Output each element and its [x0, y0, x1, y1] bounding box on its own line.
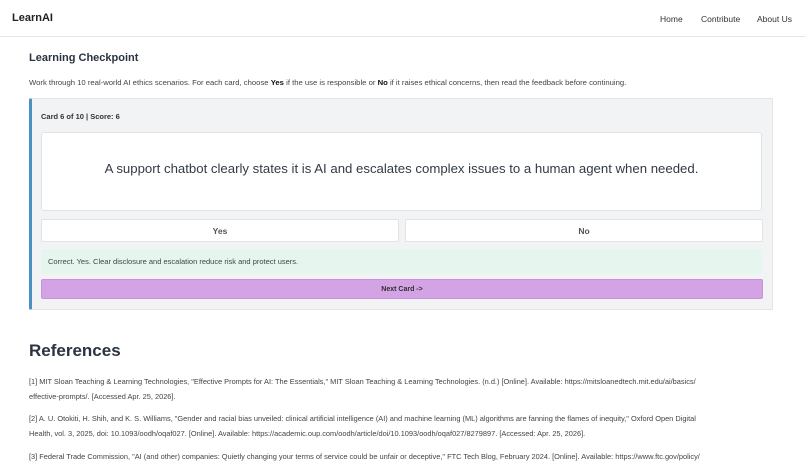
page-title: Learning Checkpoint — [29, 52, 139, 64]
reference-2-line-1: [2] A. U. Otokiti, H. Shih, and K. S. Wi… — [29, 414, 696, 423]
instructions-part-1: Work through 10 real-world AI ethics sce… — [29, 78, 271, 87]
no-button[interactable]: No — [405, 219, 763, 242]
scenario-card: A support chatbot clearly states it is A… — [41, 132, 762, 211]
instructions-yes-word: Yes — [270, 78, 284, 87]
next-card-button[interactable]: Next Card -> — [41, 279, 763, 299]
instructions-no-word: No — [377, 78, 388, 87]
yes-button[interactable]: Yes — [41, 219, 399, 242]
reference-3-line-1: [3] Federal Trade Commission, "AI (and o… — [29, 452, 700, 461]
reference-1-line-1: [1] MIT Sloan Teaching & Learning Techno… — [29, 377, 696, 386]
brand-logo[interactable]: LearnAI — [12, 12, 53, 24]
quiz-panel: Card 6 of 10 | Score: 6 A support chatbo… — [29, 98, 773, 310]
feedback-message: Correct. Yes. Clear disclosure and escal… — [41, 249, 762, 274]
instructions-part-3: if it raises ethical concerns, then read… — [387, 78, 627, 87]
reference-2-line-2: Health, vol. 3, 2025, doi: 10.1093/oodh/… — [29, 429, 586, 438]
scenario-text: A support chatbot clearly states it is A… — [104, 161, 699, 176]
nav-link-about-us[interactable]: About Us — [757, 14, 792, 24]
progress-score-label: Card 6 of 10 | Score: 6 — [41, 112, 120, 121]
references-heading: References — [29, 341, 121, 360]
reference-1-line-2: effective-prompts/. [Accessed Apr. 25, 2… — [29, 392, 176, 401]
nav-link-home[interactable]: Home — [660, 14, 683, 24]
instructions-part-2: if the use is responsible or — [283, 78, 378, 87]
nav-link-contribute[interactable]: Contribute — [701, 14, 740, 24]
instructions-text: Work through 10 real-world AI ethics sce… — [29, 78, 626, 87]
top-navbar: LearnAI Home Contribute About Us — [0, 0, 806, 37]
